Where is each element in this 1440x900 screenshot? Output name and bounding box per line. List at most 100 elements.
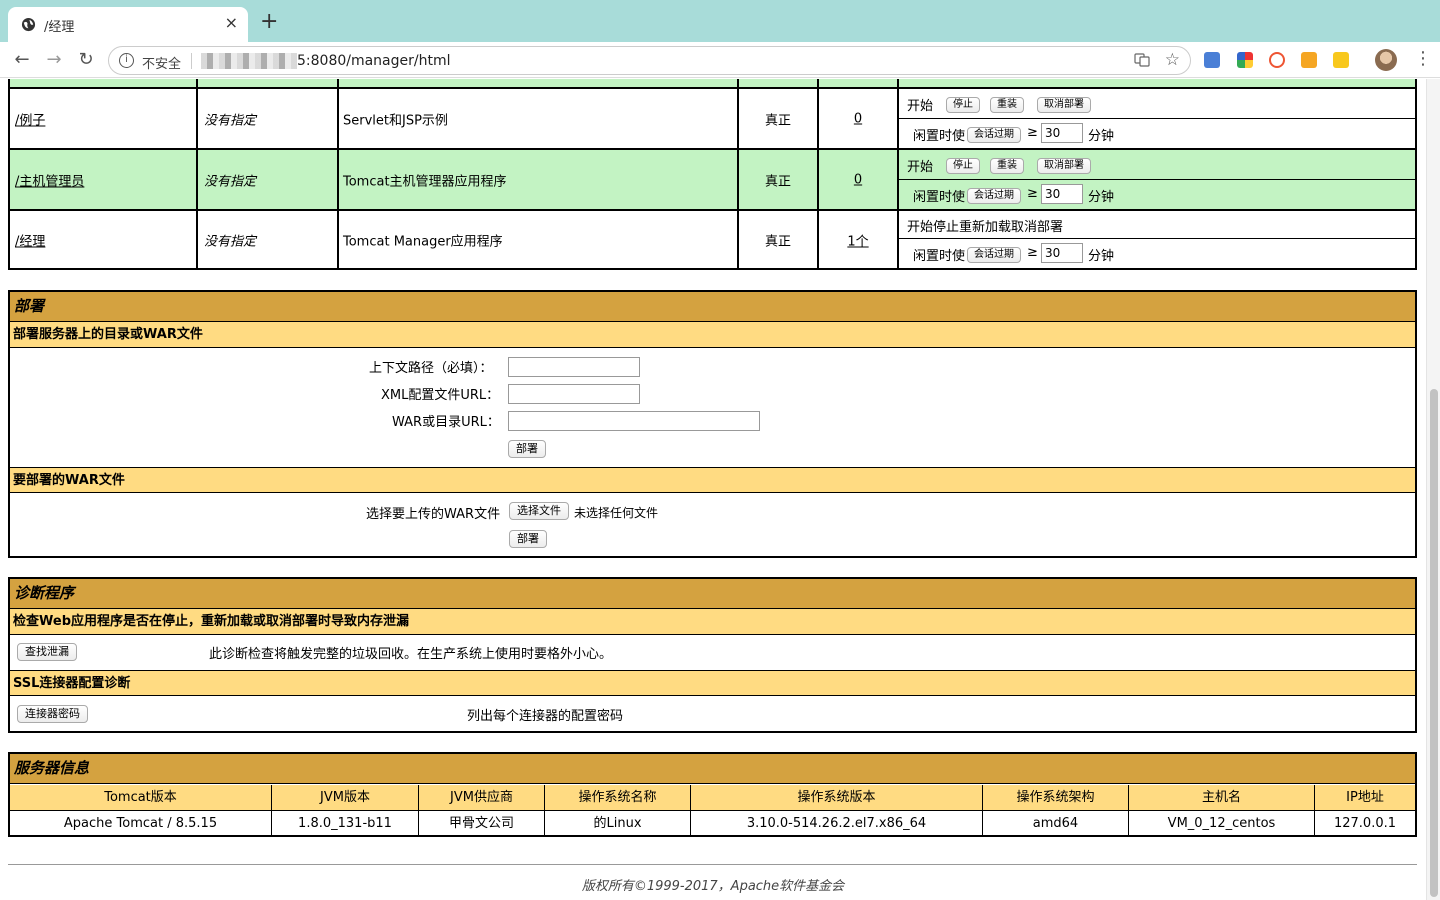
forward-arrow-icon[interactable]: → (43, 49, 65, 71)
page-scrollbar[interactable] (1426, 79, 1440, 900)
expire-label: 闲置时使 (913, 249, 966, 264)
app-path-link[interactable]: /例子 (15, 109, 45, 128)
app-commands: 开始停止重新加载取消部署 (899, 211, 1415, 239)
deploy-dir-button[interactable]: 部署 (508, 440, 546, 458)
tab-title: /经理 (44, 20, 75, 35)
info-icon[interactable]: i (119, 53, 134, 68)
war-dir-input[interactable] (508, 411, 760, 431)
table-row: /经理 没有指定 Tomcat Manager应用程序 真正 1个 开始停止重新… (10, 211, 1415, 268)
expire-op: ≥ (1027, 125, 1038, 140)
header-ip: IP地址 (1315, 785, 1415, 811)
ciphers-button[interactable]: 连接器密码 (17, 705, 88, 723)
no-file-chosen: 未选择任何文件 (574, 506, 659, 520)
undeploy-button[interactable]: 取消部署 (1037, 97, 1091, 113)
browser-tab-active[interactable]: /经理 × (8, 7, 248, 42)
choose-file-button[interactable]: 选择文件 (509, 502, 569, 520)
close-tab-icon[interactable]: × (225, 13, 238, 32)
orange-extension-icon[interactable] (1301, 52, 1317, 68)
commands-plain-text: 开始停止重新加载取消部署 (907, 220, 1064, 235)
minutes-label: 分钟 (1088, 249, 1115, 264)
value-jvm-vendor: 甲骨文公司 (419, 811, 545, 837)
value-os-name: 的Linux (545, 811, 691, 837)
scrollbar-thumb[interactable] (1430, 389, 1438, 897)
start-label[interactable]: 开始 (907, 156, 933, 175)
war-upload-title: 要部署的WAR文件 (10, 467, 1415, 493)
header-jvm-vendor: JVM供应商 (419, 785, 545, 811)
app-sessions-link[interactable]: 0 (819, 172, 897, 187)
header-hostname: 主机名 (1129, 785, 1315, 811)
app-display-name: Tomcat Manager应用程序 (343, 234, 503, 249)
table-row-partial (10, 79, 1415, 89)
value-tomcat-version: Apache Tomcat / 8.5.15 (10, 811, 272, 837)
menu-dots-icon[interactable]: ⋮ (1414, 48, 1432, 69)
idle-minutes-input[interactable]: 30 (1041, 184, 1083, 204)
ciphers-note: 列出每个连接器的配置密码 (467, 709, 624, 724)
colorful-extension-icon[interactable] (1237, 52, 1253, 68)
find-leaks-button[interactable]: 查找泄漏 (17, 643, 77, 661)
minutes-label: 分钟 (1088, 190, 1115, 205)
expire-sessions-button[interactable]: 会话过期 (967, 247, 1021, 263)
table-row: /主机管理员 没有指定 Tomcat主机管理器应用程序 真正 0 开始 停止 重… (10, 150, 1415, 211)
expire-sessions-button[interactable]: 会话过期 (967, 127, 1021, 143)
globe-icon (21, 17, 36, 32)
expire-sessions-row: 闲置时使 会话过期 ≥ 30 分钟 (899, 119, 1415, 148)
app-display-name: Tomcat主机管理器应用程序 (343, 174, 507, 189)
start-label[interactable]: 开始 (907, 95, 933, 114)
reload-button[interactable]: 重装 (990, 97, 1024, 113)
address-bar[interactable]: i 不安全 5:8080/manager/html ☆ (108, 46, 1191, 75)
app-version: 没有指定 (204, 174, 257, 189)
app-path-link[interactable]: /主机管理员 (15, 170, 84, 189)
translate-extension-icon[interactable] (1204, 52, 1220, 68)
app-sessions-link[interactable]: 0 (819, 111, 897, 126)
idle-minutes-input[interactable]: 30 (1041, 243, 1083, 263)
app-display-name: Servlet和JSP示例 (343, 113, 448, 128)
app-running: 真正 (764, 113, 791, 128)
choose-war-label: 选择要上传的WAR文件 (366, 507, 501, 522)
expire-label: 闲置时使 (913, 190, 966, 205)
app-version: 没有指定 (204, 234, 257, 249)
header-jvm-version: JVM版本 (272, 785, 419, 811)
browser-tab-strip: /经理 × + (0, 0, 1440, 42)
table-row: /例子 没有指定 Servlet和JSP示例 真正 0 开始 停止 重装 取消部… (10, 89, 1415, 150)
back-arrow-icon[interactable]: ← (11, 49, 33, 71)
xml-config-input[interactable] (508, 384, 640, 404)
profile-avatar[interactable] (1375, 49, 1397, 71)
stop-button[interactable]: 停止 (946, 97, 980, 113)
redacted-host (201, 53, 297, 69)
reload-button[interactable]: 重装 (990, 158, 1024, 174)
war-dir-label: WAR或目录URL： (392, 415, 500, 430)
app-sessions-link[interactable]: 1个 (819, 230, 897, 249)
translate-icon[interactable] (1134, 52, 1150, 68)
reload-icon[interactable]: ↻ (75, 49, 97, 71)
deploy-section: 部署 部署服务器上的目录或WAR文件 上下文路径（必填）： XML配置文件URL… (8, 290, 1417, 558)
app-commands: 开始 停止 重装 取消部署 (899, 89, 1415, 119)
deploy-war-button[interactable]: 部署 (509, 530, 547, 548)
app-running: 真正 (764, 174, 791, 189)
value-hostname: VM_0_12_centos (1129, 811, 1315, 837)
url-text[interactable]: 5:8080/manager/html (297, 53, 451, 69)
context-path-input[interactable] (508, 357, 640, 377)
value-os-arch: amd64 (983, 811, 1129, 837)
xml-config-label: XML配置文件URL： (381, 388, 500, 403)
expire-op: ≥ (1027, 186, 1038, 201)
idle-minutes-input[interactable]: 30 (1041, 123, 1083, 143)
server-info-title: 服务器信息 (10, 754, 1415, 784)
applications-table: /例子 没有指定 Servlet和JSP示例 真正 0 开始 停止 重装 取消部… (8, 79, 1417, 270)
expire-op: ≥ (1027, 245, 1038, 260)
app-running: 真正 (764, 234, 791, 249)
footer-divider (8, 864, 1417, 865)
value-jvm-version: 1.8.0_131-b11 (272, 811, 419, 837)
bookmark-star-icon[interactable]: ☆ (1165, 50, 1180, 70)
expire-sessions-button[interactable]: 会话过期 (967, 188, 1021, 204)
value-ip: 127.0.0.1 (1333, 816, 1397, 831)
header-tomcat-version: Tomcat版本 (10, 785, 272, 811)
app-path-link[interactable]: /经理 (15, 230, 45, 249)
note-extension-icon[interactable] (1333, 52, 1349, 68)
copyright-footer: 版权所有©1999-2017，Apache软件基金会 (581, 879, 845, 894)
expire-sessions-row: 闲置时使 会话过期 ≥ 30 分钟 (899, 239, 1415, 268)
stop-button[interactable]: 停止 (946, 158, 980, 174)
undeploy-button[interactable]: 取消部署 (1037, 158, 1091, 174)
infinity-extension-icon[interactable] (1269, 52, 1285, 68)
new-tab-button[interactable]: + (260, 11, 278, 33)
browser-toolbar: ← → ↻ i 不安全 5:8080/manager/html ☆ ⋮ (0, 42, 1440, 78)
